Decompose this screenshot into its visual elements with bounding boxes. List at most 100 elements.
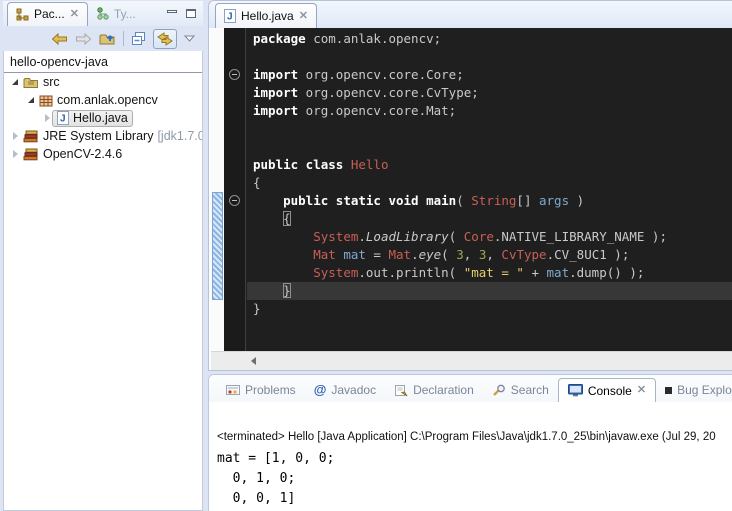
java-file-icon: J <box>224 9 236 23</box>
tree-item-opencv-2-4-6[interactable]: OpenCV-2.4.6 <box>4 145 202 163</box>
link-with-editor-button[interactable] <box>153 29 177 49</box>
tab-label: Pac... <box>34 7 65 21</box>
java-file-icon: J <box>57 111 69 125</box>
collapsed-arrow-icon[interactable] <box>42 114 52 122</box>
back-button[interactable] <box>51 33 68 45</box>
collapsed-arrow-icon[interactable] <box>10 150 20 158</box>
expanded-arrow-icon[interactable] <box>26 97 36 103</box>
tab-console[interactable]: Console ✕ <box>558 378 656 402</box>
code-segment: , <box>486 247 501 262</box>
code-segment: CvType <box>501 247 546 262</box>
code-segment: . <box>411 247 419 262</box>
problems-icon <box>226 384 240 396</box>
code-line-7[interactable] <box>247 138 732 156</box>
code-line-12[interactable]: System.LoadLibrary( Core.NATIVE_LIBRARY_… <box>247 228 732 246</box>
tab-search[interactable]: Search <box>483 378 558 402</box>
code-line-5[interactable]: import org.opencv.core.Mat; <box>247 102 732 120</box>
code-line-10[interactable]: public static void main( String[] args ) <box>247 192 732 210</box>
expanded-arrow-icon[interactable] <box>10 79 20 85</box>
tab-package-explorer[interactable]: Pac... ✕ <box>7 2 88 26</box>
package-icon <box>39 94 53 107</box>
project-root-label[interactable]: hello-opencv-java <box>4 51 202 73</box>
tab-label: Console <box>588 384 632 398</box>
editor-tabrow: J Hello.java ✕ <box>209 1 732 28</box>
code-segment: + <box>524 265 547 280</box>
tab-bug-explorer[interactable]: Bug Explorer <box>656 378 732 402</box>
console-tabrow: Problems@JavadocDeclarationSearchConsole… <box>209 375 732 402</box>
code-segment: System <box>313 229 358 244</box>
code-segment: org.opencv.core.Core; <box>298 67 464 82</box>
code-line-16[interactable]: } <box>247 300 732 318</box>
tab-javadoc[interactable]: @Javadoc <box>305 378 385 402</box>
code-segment: Core <box>464 229 494 244</box>
code-line-8[interactable]: public class Hello <box>247 156 732 174</box>
package-explorer-tabrow: Pac... ✕ Ty... <box>3 1 203 26</box>
close-icon[interactable]: ✕ <box>70 9 79 20</box>
code-editor[interactable]: package com.anlak.opencv; import org.open… <box>211 28 732 351</box>
package-explorer-toolbar <box>3 26 203 51</box>
forward-button[interactable] <box>75 33 92 45</box>
code-line-6[interactable] <box>247 120 732 138</box>
code-segment: Hello <box>351 157 389 172</box>
code-line-11[interactable]: { <box>247 210 732 228</box>
code-line-15[interactable]: } <box>247 282 732 300</box>
fold-collapse-icon[interactable] <box>229 69 240 80</box>
fold-collapse-icon[interactable] <box>229 195 240 206</box>
editor-area: J Hello.java ✕ package com.anlak.opencv;… <box>208 0 732 371</box>
scroll-left-arrow-icon[interactable] <box>251 357 256 365</box>
tree-item-src[interactable]: src <box>4 73 202 91</box>
code-segment: .dump() ); <box>569 265 644 280</box>
fold-gutter[interactable] <box>224 28 246 351</box>
tree-item-com-anlak-opencv[interactable]: com.anlak.opencv <box>4 91 202 109</box>
declaration-icon <box>394 384 408 397</box>
svg-text:J: J <box>60 114 66 125</box>
tab-problems[interactable]: Problems <box>217 378 305 402</box>
collapsed-arrow-icon[interactable] <box>10 132 20 140</box>
package-explorer-icon <box>16 8 29 21</box>
tab-declaration[interactable]: Declaration <box>385 378 483 402</box>
collapse-all-button[interactable] <box>131 31 146 46</box>
code-segment: ( <box>449 229 464 244</box>
code-line-3[interactable]: import org.opencv.core.Core; <box>247 66 732 84</box>
code-segment: [] <box>516 193 539 208</box>
code-line-9[interactable]: { <box>247 174 732 192</box>
code-segment: import <box>253 85 298 100</box>
library-icon <box>23 148 39 161</box>
console-process-title: <terminated> Hello [Java Application] C:… <box>217 431 716 443</box>
code-segment: import <box>253 103 298 118</box>
code-line-2[interactable] <box>247 48 732 66</box>
code-segment: eye <box>419 247 442 262</box>
code-segment: .out.println( <box>358 265 463 280</box>
tree-item-label: Hello.java <box>73 111 128 125</box>
maximize-button[interactable] <box>186 9 197 19</box>
code-segment: org.opencv.core.Mat; <box>298 103 456 118</box>
code-line-1[interactable]: package com.anlak.opencv; <box>247 30 732 48</box>
code-line-14[interactable]: System.out.println( "mat = " + mat.dump(… <box>247 264 732 282</box>
code-line-13[interactable]: Mat mat = Mat.eye( 3, 3, CvType.CV_8UC1 … <box>247 246 732 264</box>
minimize-button[interactable] <box>167 9 178 19</box>
view-menu-button[interactable] <box>184 35 195 42</box>
tree-item-hello-java[interactable]: J Hello.java <box>4 109 202 127</box>
vertical-ruler[interactable] <box>211 28 224 351</box>
code-text[interactable]: package com.anlak.opencv; import org.open… <box>247 28 732 351</box>
tree-item-label: com.anlak.opencv <box>57 93 158 107</box>
tab-type-hierarchy[interactable]: Ty... <box>88 2 144 26</box>
close-icon[interactable]: ✕ <box>637 385 646 396</box>
tab-label: Hello.java <box>241 9 294 23</box>
code-segment: ) <box>569 193 584 208</box>
close-icon[interactable]: ✕ <box>299 11 308 22</box>
code-segment: System <box>313 265 358 280</box>
tab-hello-java[interactable]: J Hello.java ✕ <box>215 3 317 28</box>
tree-item-jre-system-library[interactable]: JRE System Library[jdk1.7.0 <box>4 127 202 145</box>
console-output[interactable]: mat = [1, 0, 0; 0, 1, 0; 0, 0, 1] <box>217 449 334 509</box>
code-segment <box>253 265 313 280</box>
code-segment: public static void main <box>283 193 456 208</box>
editor-horizontal-scrollbar[interactable] <box>211 351 732 370</box>
code-line-4[interactable]: import org.opencv.core.CvType; <box>247 84 732 102</box>
code-segment: ( <box>441 247 456 262</box>
up-button[interactable] <box>99 32 116 45</box>
search-icon <box>492 384 506 397</box>
package-explorer-panel: Pac... ✕ Ty... <box>3 1 203 511</box>
svg-text:J: J <box>227 12 233 23</box>
code-segment: = <box>366 247 389 262</box>
